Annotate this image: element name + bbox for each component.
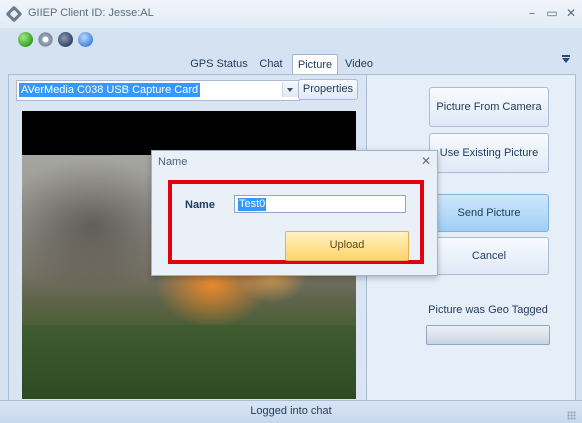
dialog-close-button[interactable]: ✕ — [421, 154, 431, 168]
tab-video[interactable]: Video — [342, 54, 376, 74]
title-bar[interactable]: GIIEP Client ID: Jesse:AL – ▭ ✕ — [0, 0, 582, 28]
maximize-button[interactable]: ▭ — [543, 5, 561, 21]
help-icon[interactable] — [78, 32, 93, 47]
picture-from-camera-button[interactable]: Picture From Camera — [429, 87, 549, 127]
tab-menu-icon[interactable] — [562, 55, 570, 63]
chevron-down-icon[interactable] — [282, 82, 298, 97]
name-input-value: Test0 — [238, 198, 267, 211]
tab-picture[interactable]: Picture — [292, 54, 338, 76]
tab-chat[interactable]: Chat — [256, 54, 286, 74]
status-text: Logged into chat — [250, 405, 332, 417]
cancel-button[interactable]: Cancel — [429, 237, 549, 275]
capture-device-select[interactable]: AVerMedia C038 USB Capture Card — [16, 80, 300, 101]
name-label: Name — [185, 199, 215, 211]
name-dialog: Name ✕ Name Test0 Upload — [151, 150, 438, 276]
resize-grip-icon[interactable] — [567, 411, 576, 420]
send-picture-button[interactable]: Send Picture — [429, 194, 549, 232]
app-window: GIIEP Client ID: Jesse:AL – ▭ ✕ GPS Stat… — [0, 0, 582, 423]
tab-strip: GPS Status Chat Picture Video — [0, 52, 582, 76]
geo-tag-progress-bar — [426, 325, 550, 345]
use-existing-picture-button[interactable]: Use Existing Picture — [429, 133, 549, 173]
settings-icon[interactable] — [38, 32, 53, 47]
properties-button[interactable]: Properties — [298, 79, 358, 100]
close-button[interactable]: ✕ — [562, 5, 580, 21]
tab-gps-status[interactable]: GPS Status — [190, 54, 248, 74]
capture-device-value: AVerMedia C038 USB Capture Card — [19, 83, 201, 97]
dialog-title: Name — [158, 156, 188, 168]
globe-icon[interactable] — [58, 32, 73, 47]
connect-icon[interactable] — [18, 32, 33, 47]
status-bar: Logged into chat — [0, 400, 582, 423]
window-title: GIIEP Client ID: Jesse:AL — [28, 7, 154, 19]
name-input[interactable]: Test0 — [234, 195, 406, 213]
app-logo-icon — [5, 5, 23, 23]
upload-button[interactable]: Upload — [285, 231, 409, 261]
geo-tag-status: Picture was Geo Tagged — [428, 304, 548, 316]
minimize-button[interactable]: – — [523, 5, 541, 21]
